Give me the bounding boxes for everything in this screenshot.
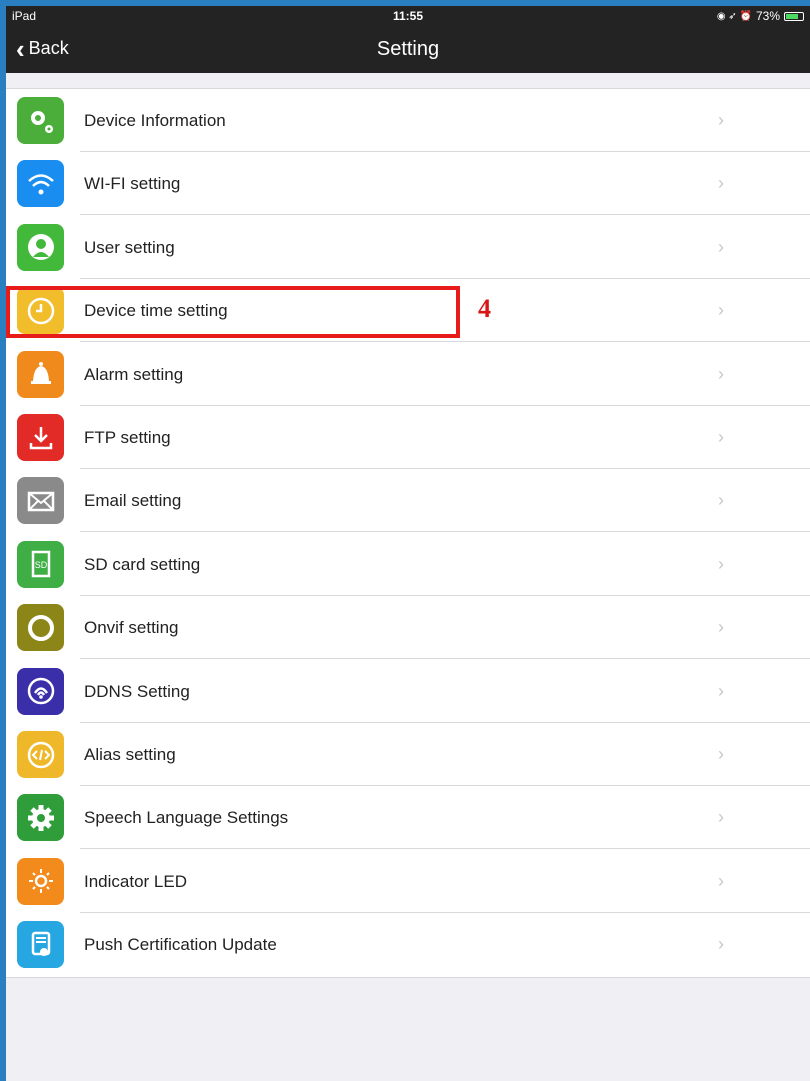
settings-row-label: Onvif setting — [84, 618, 179, 638]
download-icon — [17, 414, 64, 461]
mail-icon — [17, 477, 64, 525]
chevron-right-icon: › — [718, 363, 724, 384]
battery-icon — [784, 11, 804, 21]
certificate-icon — [17, 921, 64, 969]
chevron-right-icon: › — [718, 870, 724, 891]
gear-icon — [17, 794, 64, 842]
app-window: iPad 11:55 ◉ ➶ ⏰ 73% ‹ Back Setting Devi… — [6, 6, 810, 1081]
page-title: Setting — [376, 38, 440, 60]
settings-row-user-setting[interactable]: User setting › — [6, 216, 810, 279]
settings-row-label: Alias setting — [84, 745, 176, 764]
user-icon — [17, 223, 64, 271]
status-time: 11:55 — [392, 9, 424, 23]
settings-row-push-certification-update[interactable]: Push Certification Update › — [6, 913, 810, 976]
onvif-icon — [17, 604, 64, 652]
settings-row-label: FTP setting — [84, 428, 171, 447]
settings-row-label: Alarm setting — [84, 364, 184, 384]
settings-row-label: Indicator LED — [84, 871, 187, 891]
chevron-right-icon: › — [718, 300, 724, 321]
bell-icon — [17, 350, 64, 398]
location-icon: ◉ ➶ ⏰ — [716, 10, 752, 22]
chevron-right-icon: › — [718, 173, 724, 194]
settings-row-label: SD card setting — [84, 554, 201, 574]
battery-percent: 73% — [755, 9, 780, 23]
chevron-right-icon: › — [718, 553, 724, 574]
chevron-right-icon: › — [718, 680, 724, 701]
settings-row-label: Speech Language Settings — [84, 808, 289, 828]
settings-row-label: Device Information — [84, 111, 226, 130]
wifi-icon — [17, 160, 64, 208]
highlight-box — [6, 286, 460, 338]
status-right: ◉ ➶ ⏰ 73% — [717, 9, 804, 23]
settings-list: Device Information › WI-FI setting › User se… — [6, 88, 810, 978]
battery-fill — [786, 13, 798, 19]
gears-icon — [17, 97, 64, 144]
chevron-right-icon: › — [718, 617, 724, 638]
code-icon — [17, 731, 64, 778]
settings-row-label: WI-FI setting — [84, 174, 181, 194]
chevron-right-icon: › — [718, 427, 724, 447]
svg-text:SD: SD — [34, 560, 47, 570]
settings-row-label: DDNS Setting — [84, 681, 190, 701]
sd-card-icon: SD — [17, 540, 64, 588]
chevron-right-icon: › — [718, 236, 724, 257]
settings-row-ftp-setting[interactable]: FTP setting › — [6, 406, 810, 469]
chevron-right-icon: › — [718, 110, 724, 130]
settings-row-label: Push Certification Update — [84, 935, 277, 955]
chevron-right-icon: › — [718, 744, 724, 764]
settings-row-alias-setting[interactable]: Alias setting › — [6, 723, 810, 786]
navigation-bar: ‹ Back Setting — [6, 26, 810, 73]
settings-row-sd-card-setting[interactable]: SD SD card setting › — [6, 533, 810, 596]
settings-row-email-setting[interactable]: Email setting › — [6, 469, 810, 533]
ddns-icon — [17, 667, 64, 715]
settings-row-device-information[interactable]: Device Information › — [6, 89, 810, 152]
settings-row-wi-fi-setting[interactable]: WI-FI setting › — [6, 152, 810, 216]
settings-row-alarm-setting[interactable]: Alarm setting › — [6, 343, 810, 406]
chevron-right-icon: › — [718, 807, 724, 828]
status-bar: iPad 11:55 ◉ ➶ ⏰ 73% — [6, 6, 810, 26]
settings-row-onvif-setting[interactable]: Onvif setting › — [6, 596, 810, 660]
settings-row-label: Email setting — [84, 491, 182, 511]
step-number: 4 — [478, 294, 491, 323]
led-icon — [17, 857, 64, 905]
settings-row-speech-language-settings[interactable]: Speech Language Settings › — [6, 786, 810, 850]
settings-row-label: User setting — [84, 237, 175, 257]
settings-row-ddns-setting[interactable]: DDNS Setting › — [6, 660, 810, 723]
settings-row-indicator-led[interactable]: Indicator LED › — [6, 850, 810, 913]
chevron-right-icon: › — [718, 934, 724, 955]
chevron-right-icon: › — [718, 490, 724, 511]
